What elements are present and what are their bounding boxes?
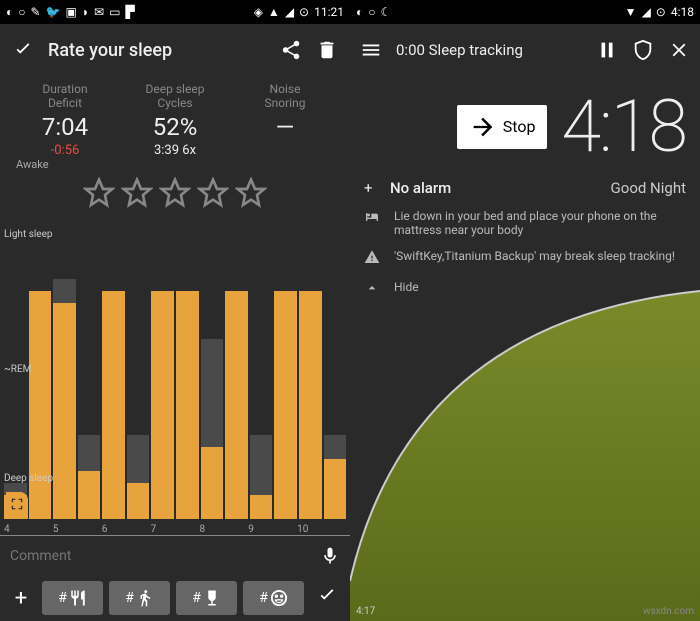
pause-icon[interactable] <box>596 39 618 61</box>
rate-sleep-screen: ◐ ○ ✎ 🐦 ▣ ◗ ✉ ▭ ▛ ◈ ▲ ◢ ⊙ 11:21 Rate you… <box>0 0 350 621</box>
status-time: 4:18 <box>671 5 694 19</box>
battery-icon: ◢ <box>285 5 294 19</box>
star-icon[interactable] <box>159 177 191 209</box>
twitter-icon: 🐦 <box>46 5 61 19</box>
chart-bar <box>250 435 273 519</box>
chart-bar <box>176 291 199 519</box>
half-icon: ◗ <box>82 5 89 19</box>
check-icon[interactable] <box>12 39 34 61</box>
chart-bar <box>274 291 297 519</box>
tag-walk[interactable]: # <box>109 581 170 615</box>
drink-icon <box>203 589 221 607</box>
mail-icon: ✉ <box>94 5 104 19</box>
menu-icon[interactable] <box>360 39 382 61</box>
chart-bar <box>299 291 322 519</box>
chart-bar <box>78 435 101 519</box>
stat-deep-sleep: Deep sleep Cycles 52% 3:39 6x <box>120 82 230 171</box>
star-icon[interactable] <box>83 177 115 209</box>
podcast-icon: ◐ <box>356 5 363 19</box>
sleep-hill-chart <box>350 261 700 621</box>
sleep-chart[interactable]: Light sleep ~REM Deep sleep 45678910 <box>0 225 350 535</box>
signal-icon: ◢ <box>642 5 651 19</box>
stat-noise: Noise Snoring — <box>230 82 340 171</box>
moon-icon: ☾ <box>381 5 392 19</box>
edit-icon: ✎ <box>31 5 41 19</box>
tip-row: Lie down in your bed and place your phon… <box>350 203 700 243</box>
podcast-icon: ◐ <box>6 5 13 19</box>
chart-bar <box>127 435 150 519</box>
app-bar: 0:00 Sleep tracking <box>350 24 700 76</box>
confirm-tags-button[interactable] <box>310 585 344 611</box>
clock-icon: ⊙ <box>299 5 309 19</box>
wifi-icon: ◈ <box>254 5 263 19</box>
page-title: 0:00 Sleep tracking <box>396 41 582 59</box>
circle-icon: ○ <box>368 5 375 19</box>
comment-input[interactable] <box>10 548 320 564</box>
stat-duration: Duration Deficit 7:04 -0:56 Awake <box>10 82 120 171</box>
app-bar: Rate your sleep <box>0 24 350 76</box>
chart-bar <box>102 291 125 519</box>
chart-bar <box>29 291 52 519</box>
star-icon[interactable] <box>121 177 153 209</box>
clock-icon: ⊙ <box>656 5 666 19</box>
star-icon[interactable] <box>235 177 267 209</box>
alarm-row[interactable]: + No alarm Good Night <box>350 173 700 203</box>
shield-icon[interactable] <box>632 39 654 61</box>
status-bar: ◐ ○ ✎ 🐦 ▣ ◗ ✉ ▭ ▛ ◈ ▲ ◢ ⊙ 11:21 <box>0 0 350 24</box>
tag-food[interactable]: # <box>42 581 103 615</box>
sad-icon <box>270 589 288 607</box>
star-rating[interactable] <box>0 171 350 221</box>
walk-icon <box>136 589 154 607</box>
circle-icon: ○ <box>18 5 25 19</box>
close-icon[interactable] <box>668 39 690 61</box>
fullscreen-icon[interactable] <box>6 492 28 519</box>
chart-bar <box>151 291 174 519</box>
clock-row: Stop 4:18 <box>350 76 700 173</box>
status-bar: ◐ ○ ☾ ▼ ◢ ⊙ 4:18 <box>350 0 700 24</box>
star-icon[interactable] <box>197 177 229 209</box>
chevron-up-icon <box>364 280 380 296</box>
warning-icon <box>364 249 380 265</box>
arrow-right-icon <box>469 113 497 141</box>
tag-drink[interactable]: # <box>176 581 237 615</box>
share-icon[interactable] <box>280 39 302 61</box>
hide-row[interactable]: Hide <box>350 274 700 305</box>
watermark: wsxdn.com <box>643 606 694 617</box>
stats-row: Duration Deficit 7:04 -0:56 Awake Deep s… <box>0 76 350 171</box>
tag-mood[interactable]: # <box>243 581 304 615</box>
big-clock: 4:18 <box>561 84 686 169</box>
comment-row <box>0 535 350 575</box>
cal-icon: ▣ <box>66 5 77 19</box>
chart-timestamp: 4:17 <box>356 606 375 617</box>
chart-bar <box>201 339 224 519</box>
warning-row: 'SwiftKey,Titanium Backup' may break sle… <box>350 243 700 274</box>
delete-icon[interactable] <box>316 39 338 61</box>
chart-bar <box>53 279 76 519</box>
add-tag-button[interactable]: + <box>6 586 36 611</box>
plus-icon: + <box>364 179 390 197</box>
flag-icon: ▛ <box>126 5 135 19</box>
chart-bar <box>324 435 347 519</box>
signal-icon: ▲ <box>268 5 280 19</box>
window-icon: ▭ <box>109 5 120 19</box>
bed-icon <box>364 209 380 225</box>
wifi-icon: ▼ <box>625 5 637 19</box>
status-time: 11:21 <box>314 5 344 19</box>
food-icon <box>69 589 87 607</box>
page-title: Rate your sleep <box>48 40 266 61</box>
tag-row: + # # # # <box>0 575 350 621</box>
chart-bar <box>225 291 248 519</box>
tracking-screen: ◐ ○ ☾ ▼ ◢ ⊙ 4:18 0:00 Sleep tracking Sto… <box>350 0 700 621</box>
mic-icon[interactable] <box>320 546 340 566</box>
stop-button[interactable]: Stop <box>457 105 548 149</box>
